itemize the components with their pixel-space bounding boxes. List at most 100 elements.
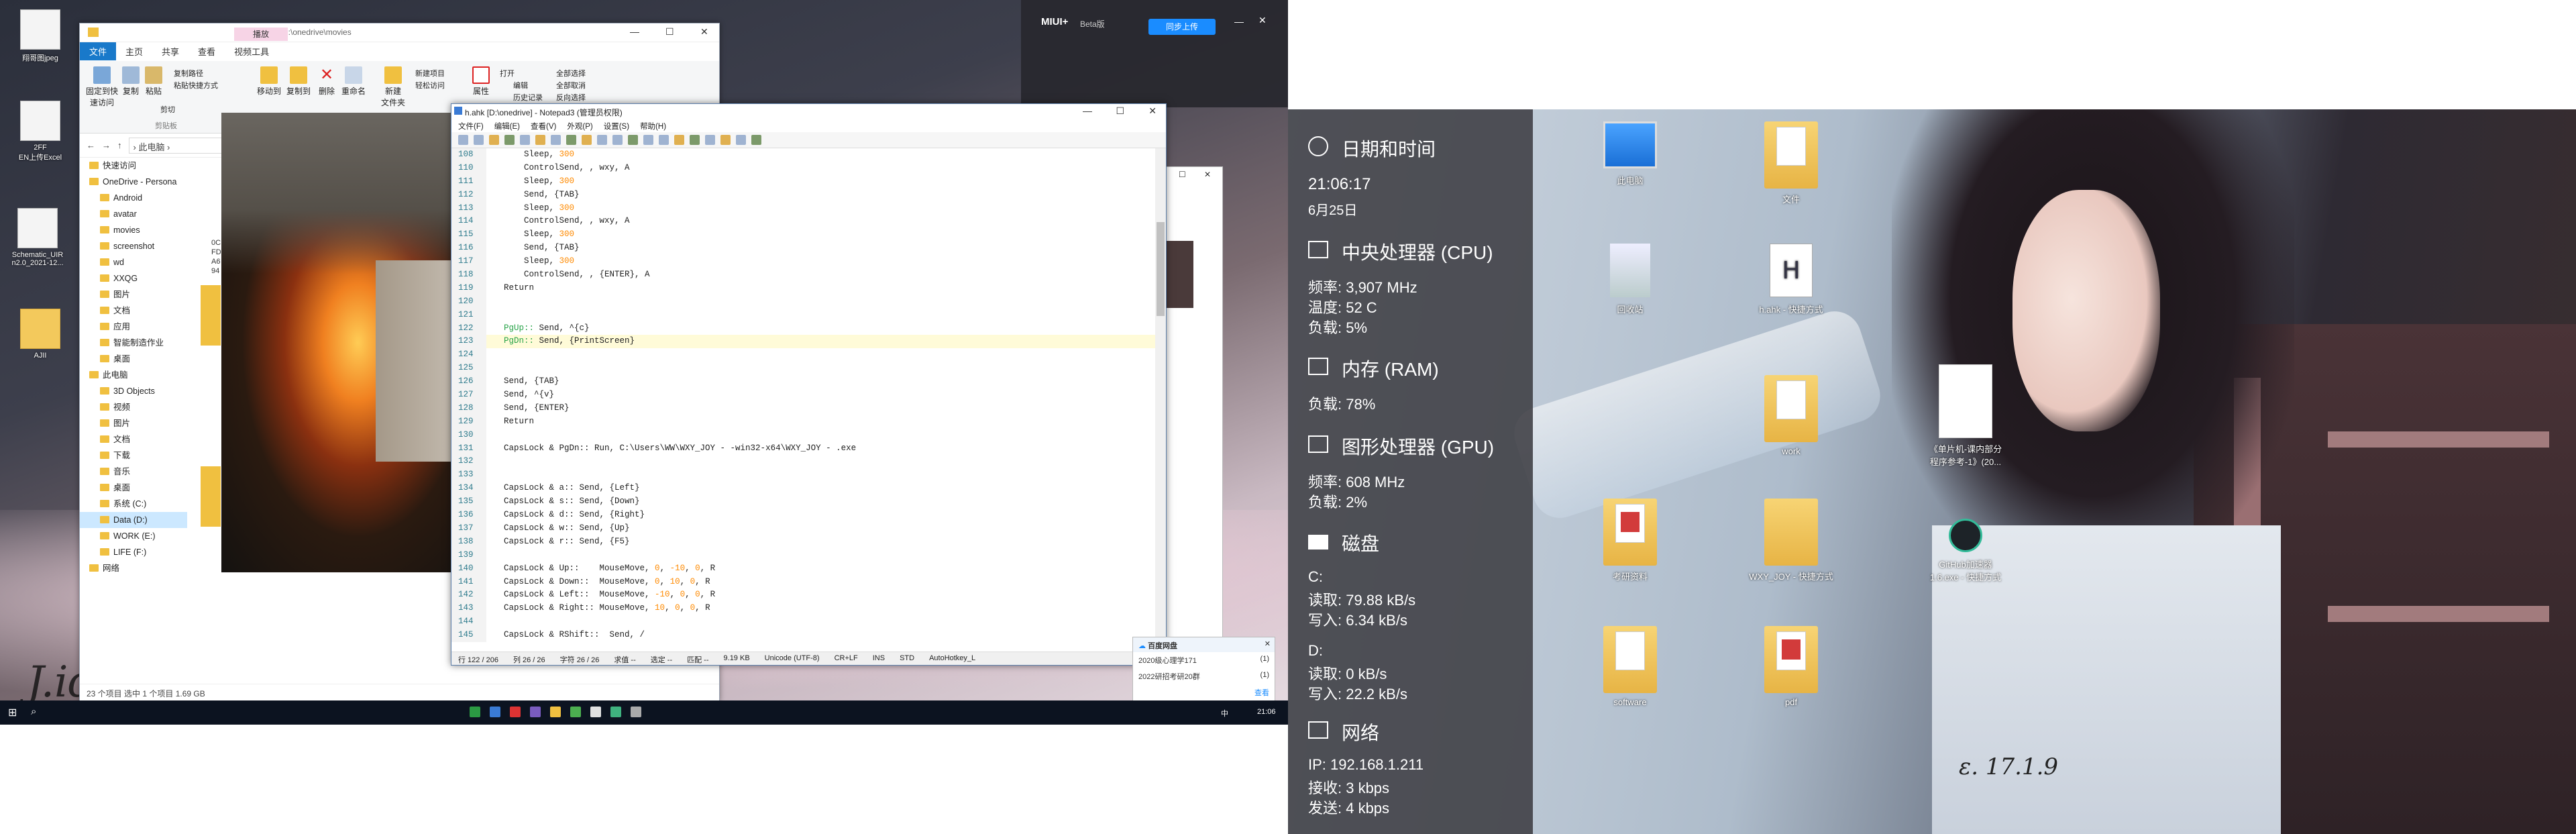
up-icon[interactable]: ↑ [117, 140, 122, 150]
replace-icon[interactable] [612, 135, 623, 145]
history-button[interactable]: 历史记录 [513, 92, 543, 103]
desktop-icon-pdf[interactable]: pdf [1744, 626, 1838, 707]
windows-start-icon[interactable]: ⊞ [8, 706, 17, 719]
code-line[interactable]: 133 [451, 468, 1156, 482]
video-thumbnail[interactable] [201, 466, 221, 527]
nav-item[interactable]: 3D Objects [80, 383, 187, 399]
nav-item[interactable]: Android [80, 190, 187, 206]
code-line[interactable]: 128 Send, {ENTER} [451, 401, 1156, 415]
code-line[interactable]: 122 PgUp:: Send, ^{c} [451, 321, 1156, 335]
code-line[interactable]: 145 CapsLock & RShift:: Send, / [451, 629, 1156, 642]
maximize-icon[interactable]: ☐ [1179, 170, 1186, 179]
code-line[interactable]: 119 Return [451, 281, 1156, 295]
desktop-icon-this-pc[interactable]: 此电脑 [1583, 121, 1677, 187]
code-line[interactable]: 125 [451, 362, 1156, 376]
maximize-icon[interactable]: ☐ [665, 26, 674, 38]
nav-item[interactable]: 系统 (C:) [80, 496, 187, 512]
code-line[interactable]: 115 Sleep, 300 [451, 228, 1156, 242]
code-line[interactable]: 123 PgDn:: Send, {PrintScreen} [451, 335, 1156, 349]
code-line[interactable]: 132 [451, 455, 1156, 469]
close-icon[interactable]: ✕ [700, 26, 708, 38]
nav-item[interactable]: screenshot [80, 238, 187, 254]
nav-item[interactable]: 快速访问 [80, 158, 187, 174]
code-line[interactable]: 134 CapsLock & a:: Send, {Left} [451, 482, 1156, 496]
delete-button[interactable]: ✕ 删除 [315, 66, 339, 97]
nav-item[interactable]: 文档 [80, 431, 187, 448]
nav-item[interactable]: 此电脑 [80, 367, 187, 383]
minimize-icon[interactable]: — [1234, 16, 1244, 27]
background-window[interactable]: ☐ ✕ [1166, 166, 1223, 639]
desktop-icon-files[interactable]: 文件 [1744, 121, 1838, 205]
rename-button[interactable]: 重命名 [339, 66, 368, 97]
cut-button[interactable]: 剪切 [160, 104, 175, 115]
cut-icon[interactable] [551, 135, 561, 145]
wordwrap-icon[interactable] [628, 135, 638, 145]
desktop-icon[interactable]: AJII [7, 309, 74, 360]
desktop-icon[interactable]: 翔哥图jpeg [7, 9, 74, 63]
nav-item[interactable]: 文档 [80, 303, 187, 319]
menu-appearance[interactable]: 外观(P) [567, 121, 592, 131]
nav-item[interactable]: WORK (E:) [80, 528, 187, 544]
zoom-in-icon[interactable] [643, 135, 653, 145]
code-line[interactable]: 138 CapsLock & r:: Send, {F5} [451, 535, 1156, 549]
code-line[interactable]: 111 Sleep, 300 [451, 174, 1156, 189]
select-all-button[interactable]: 全部选择 [556, 68, 586, 79]
scheme-icon[interactable] [690, 135, 700, 145]
close-icon[interactable]: ✕ [1265, 639, 1271, 648]
invert-selection-button[interactable]: 反向选择 [556, 92, 586, 103]
menu-edit[interactable]: 编辑(E) [494, 121, 520, 131]
clock[interactable]: 21:06 [1257, 708, 1276, 716]
new-item-button[interactable]: 新建项目 [415, 68, 445, 79]
desktop-icon[interactable]: Schematic_UIR n2.0_2021-12... [4, 208, 71, 267]
app-icon[interactable] [631, 707, 641, 717]
code-line[interactable]: 144 [451, 615, 1156, 629]
code-line[interactable]: 142 CapsLock & Left:: MouseMove, -10, 0, … [451, 588, 1156, 603]
tab-view[interactable]: 查看 [189, 42, 225, 60]
nav-item[interactable]: 下载 [80, 448, 187, 464]
move-to-button[interactable]: 移动到 [254, 66, 284, 97]
new-folder-button[interactable]: 新建 文件夹 [376, 66, 410, 108]
code-line[interactable]: 113 Sleep, 300 [451, 201, 1156, 215]
tab-play-context[interactable]: 播放 [234, 28, 288, 41]
code-line[interactable]: 137 CapsLock & w:: Send, {Up} [451, 521, 1156, 535]
tab-share[interactable]: 共享 [152, 42, 189, 60]
tab-file[interactable]: 文件 [80, 42, 117, 60]
paste-button[interactable]: 粘贴 [142, 66, 166, 97]
nav-item[interactable]: movies [80, 222, 187, 238]
code-line[interactable]: 116 Send, {TAB} [451, 242, 1156, 256]
close-icon[interactable]: ✕ [1204, 170, 1211, 179]
miui-window[interactable]: MIUI+ Beta版 同步上传 — ✕ [1021, 0, 1288, 107]
code-line[interactable]: 135 CapsLock & s:: Send, {Down} [451, 495, 1156, 509]
edit-button[interactable]: 编辑 [513, 80, 528, 91]
code-line[interactable]: 126 Send, {TAB} [451, 375, 1156, 389]
zoom-out-icon[interactable] [659, 135, 669, 145]
open-icon[interactable] [474, 135, 484, 145]
code-line[interactable]: 120 [451, 295, 1156, 309]
desktop-icon-work[interactable]: work [1744, 375, 1838, 456]
copy-button[interactable]: 复制 [119, 66, 143, 97]
code-line[interactable]: 136 CapsLock & d:: Send, {Right} [451, 509, 1156, 522]
desktop-icon-software[interactable]: software [1583, 626, 1677, 707]
code-line[interactable]: 129 Return [451, 415, 1156, 429]
wechat-icon[interactable] [470, 707, 480, 717]
easy-access-button[interactable]: 轻松访问 [415, 80, 445, 91]
video-thumbnail[interactable] [201, 285, 221, 346]
help-icon[interactable] [751, 135, 761, 145]
nav-item[interactable]: OneDrive - Persona [80, 174, 187, 190]
undo-icon[interactable] [520, 135, 530, 145]
menu-help[interactable]: 帮助(H) [640, 121, 666, 131]
ime-indicator[interactable]: 中 [1221, 708, 1228, 719]
code-line[interactable]: 110 ControlSend, , wxy, A [451, 161, 1156, 175]
desktop-icon-github-accelerator[interactable]: GitHub加速器 1.6.exe - 快捷方式 [1912, 519, 2019, 583]
code-editor[interactable]: 108 Sleep, 300 110 ControlSend, , wxy, A1… [451, 148, 1156, 642]
nav-item[interactable]: 网络 [80, 560, 187, 576]
app-icon[interactable] [530, 707, 541, 717]
nav-item[interactable]: 应用 [80, 319, 187, 335]
nav-item[interactable]: 图片 [80, 286, 187, 303]
properties-button[interactable]: 属性 [469, 66, 493, 97]
baidu-netdisk-toast[interactable]: ☁ 百度网盘 ✕ 2020级心理学171 (1) 2022研招考研20群 (1) 查… [1132, 637, 1275, 701]
code-line[interactable]: 130 [451, 428, 1156, 442]
nav-item[interactable]: 音乐 [80, 464, 187, 480]
minimize-icon[interactable]: — [630, 26, 639, 37]
paste-icon[interactable] [582, 135, 592, 145]
